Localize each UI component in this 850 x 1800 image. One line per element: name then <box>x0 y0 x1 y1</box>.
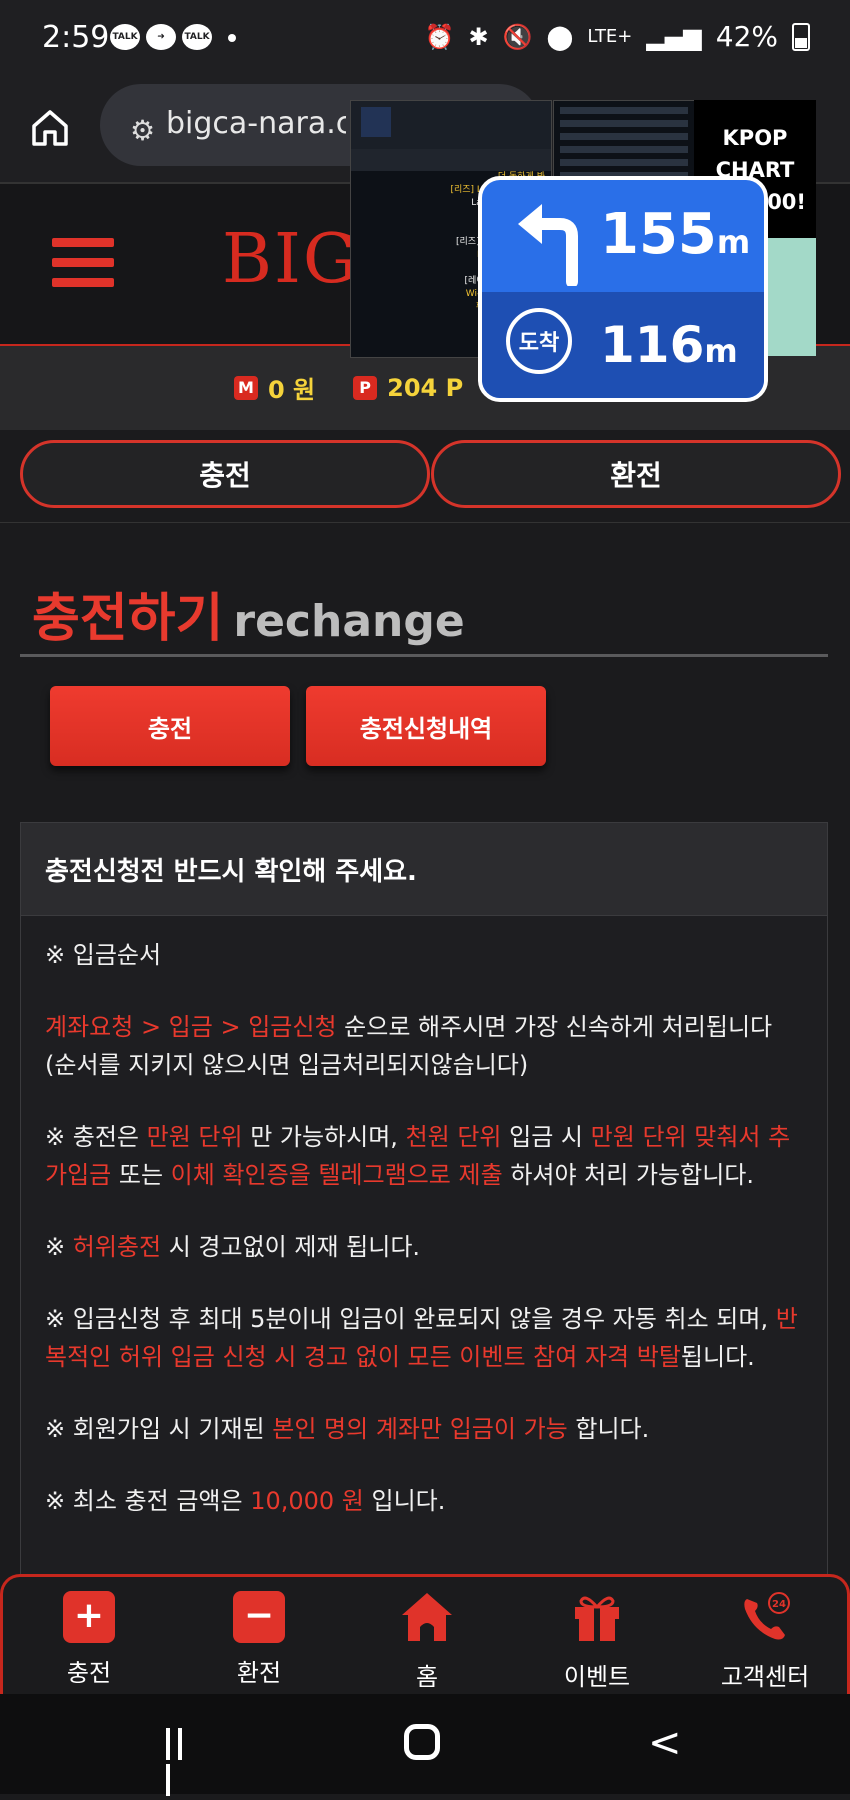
tab-exchange[interactable]: 환전 <box>431 440 841 508</box>
notification-icons: TALK ➜ TALK <box>110 24 236 50</box>
clock: 2:59 <box>42 20 110 55</box>
charge-history-button[interactable]: 충전신청내역 <box>306 686 546 766</box>
kakaotalk-icon-2: TALK <box>182 24 212 50</box>
recent-apps-icon[interactable] <box>166 1728 200 1796</box>
site-settings-icon[interactable]: ⚙ <box>130 114 155 147</box>
notice-unit-rule: ※ 충전은 만원 단위 만 가능하시며, 천원 단위 입금 시 만원 단위 맞춰… <box>45 1123 791 1189</box>
support-badge: 24 <box>772 1599 786 1610</box>
main-tabs: 충전 환전 <box>0 430 850 523</box>
deposit-order-title: ※ 입금순서 <box>45 941 162 969</box>
charge-button[interactable]: 충전 <box>50 686 290 766</box>
nav-exchange[interactable]: − 환전 <box>189 1591 329 1688</box>
money-value: 0 원 <box>268 376 316 404</box>
plus-icon: + <box>63 1591 115 1643</box>
arrival-distance: 116m <box>600 316 738 374</box>
network-label: LTE+ <box>587 26 633 47</box>
signal-icon: ▂▄▆ <box>646 22 702 51</box>
location-icon: ⬤ <box>546 22 574 51</box>
bluetooth-icon: ✱ <box>468 22 489 51</box>
navigation-app-icon: ➜ <box>146 24 176 50</box>
tab-charge[interactable]: 충전 <box>20 440 430 508</box>
notice-false-charge: ※ 허위충전 시 경고없이 제재 됩니다. <box>45 1233 421 1261</box>
house-icon <box>402 1593 452 1641</box>
points-badge: P <box>353 375 378 400</box>
site-logo[interactable]: BIG <box>222 220 359 299</box>
turn-left-icon <box>518 204 578 286</box>
home-icon[interactable] <box>28 106 72 150</box>
points-value: 204 P <box>387 373 464 402</box>
title-divider <box>20 654 828 657</box>
url-text[interactable]: bigca-nara.c <box>166 106 346 141</box>
notice-header: 충전신청전 반드시 확인해 주세요. <box>21 823 827 916</box>
notice-box: 충전신청전 반드시 확인해 주세요. ※ 입금순서 계좌요청 > 입금 > 입금… <box>20 822 828 1582</box>
arrival-icon: 도착 <box>506 308 572 374</box>
nav-support[interactable]: 24 고객센터 <box>695 1591 835 1692</box>
kakaotalk-icon: TALK <box>110 24 140 50</box>
nav-home[interactable]: 홈 <box>357 1591 497 1692</box>
minus-icon: − <box>233 1591 285 1643</box>
alarm-icon: ⏰ <box>424 22 455 51</box>
back-icon[interactable]: < <box>648 1720 682 1766</box>
navigation-overlay[interactable]: 155m 도착 116m <box>478 176 768 402</box>
home-button-icon[interactable] <box>404 1724 440 1760</box>
mute-icon: 🔇 <box>502 22 533 51</box>
more-notifications-dot <box>228 34 236 42</box>
system-indicators: ⏰ ✱ 🔇 ⬤ LTE+ ▂▄▆ 42% <box>425 20 810 53</box>
page-subtitle: rechange <box>233 596 465 647</box>
menu-icon[interactable] <box>52 238 114 294</box>
player-controls[interactable] <box>351 149 551 171</box>
system-navigation-bar: < <box>0 1694 850 1796</box>
page-title: 충전하기 rechange <box>32 589 465 649</box>
kpop-line-1: KPOP <box>722 126 788 150</box>
nav-charge[interactable]: + 충전 <box>19 1591 159 1688</box>
notice-own-account: ※ 회원가입 시 기재된 본인 명의 계좌만 입금이 가능 합니다. <box>45 1415 650 1443</box>
notice-step-order: 계좌요청 > 입금 > 입금신청 순으로 해주시면 가장 신속하게 처리됩니다 … <box>45 1013 773 1079</box>
status-bar: 2:59 TALK ➜ TALK ⏰ ✱ 🔇 ⬤ LTE+ ▂▄▆ 42% <box>0 0 850 80</box>
notice-minimum: ※ 최소 충전 금액은 10,000 원 입니다. <box>45 1487 446 1515</box>
notice-auto-cancel: ※ 입금신청 후 최대 5분이내 입금이 완료되지 않을 경우 자동 취소 되며… <box>45 1305 798 1371</box>
money-badge: M <box>234 375 258 400</box>
phone-24-icon: 24 <box>744 1592 790 1640</box>
album-cover <box>361 107 391 137</box>
battery-percent: 42% <box>715 20 778 53</box>
battery-icon <box>792 22 810 51</box>
turn-distance: 155m <box>600 202 751 267</box>
bottom-navigation: + 충전 − 환전 홈 이벤트 24 고객센터 <box>0 1574 850 1694</box>
gift-icon <box>575 1596 619 1641</box>
nav-event[interactable]: 이벤트 <box>527 1591 667 1692</box>
